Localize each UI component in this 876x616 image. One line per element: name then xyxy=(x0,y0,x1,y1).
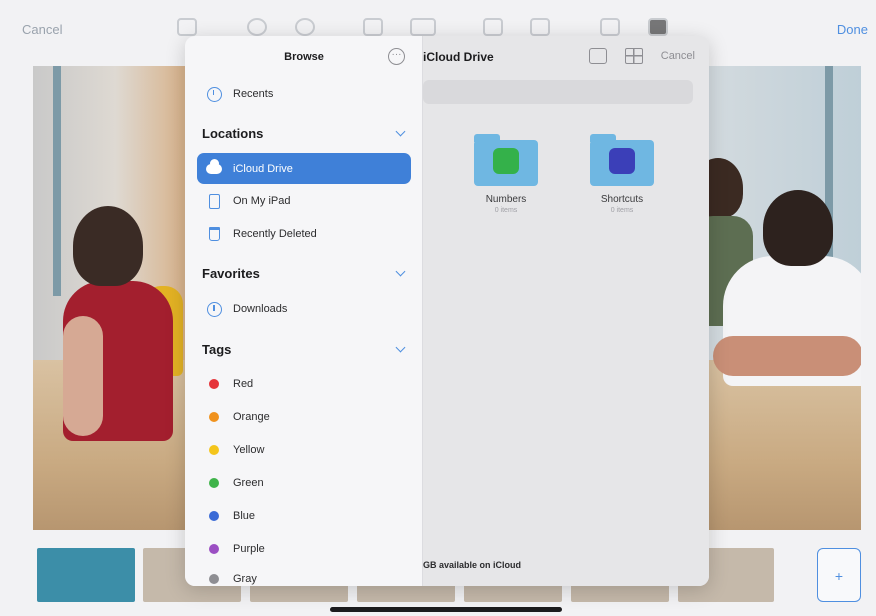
sidebar-item-icloud-drive[interactable]: iCloud Drive xyxy=(197,153,411,184)
detail-cancel-button[interactable]: Cancel xyxy=(661,50,695,62)
clock-icon xyxy=(205,85,223,103)
tag-label: Green xyxy=(233,477,264,489)
folder-icon[interactable] xyxy=(363,18,383,36)
tag-item-red[interactable]: Red xyxy=(197,369,411,399)
sidebar-item-recently-deleted[interactable]: Recently Deleted xyxy=(197,219,411,249)
folders-icon[interactable] xyxy=(410,18,436,36)
sidebar-item-label: Recently Deleted xyxy=(233,228,317,240)
section-header: Locations xyxy=(202,126,264,141)
tag-label: Yellow xyxy=(233,444,265,456)
tag-item-gray[interactable]: Gray xyxy=(197,564,411,586)
tag-item-green[interactable]: Green xyxy=(197,468,411,498)
window-frame xyxy=(53,66,61,296)
section-favorites[interactable]: Favorites xyxy=(202,266,408,281)
tag-item-orange[interactable]: Orange xyxy=(197,402,411,432)
color-icon[interactable] xyxy=(648,18,668,36)
download-circle-icon xyxy=(205,300,223,318)
grid-view-icon[interactable] xyxy=(624,48,643,64)
tag-label: Red xyxy=(233,378,254,390)
section-locations[interactable]: Locations xyxy=(202,126,408,141)
files-browser: iCloud Drive Cancel Numbers 0 items Shor… xyxy=(185,36,709,586)
tag-label: Purple xyxy=(233,543,265,555)
text-icon[interactable] xyxy=(600,18,620,36)
editor-done-button[interactable]: Done xyxy=(837,22,868,37)
folder-name: Numbers xyxy=(485,194,527,205)
add-slide-button[interactable]: + xyxy=(817,548,861,602)
tag-item-purple[interactable]: Purple xyxy=(197,534,411,564)
purple-tag-dot xyxy=(209,544,219,554)
tag-label: Gray xyxy=(233,573,257,585)
folder-icon xyxy=(590,134,654,186)
yellow-tag-dot xyxy=(209,445,219,455)
orange-tag-dot xyxy=(209,412,219,422)
ellipsis-circle-icon[interactable]: ··· xyxy=(388,48,405,65)
gray-tag-dot xyxy=(209,574,219,584)
sidebar-item-label: Downloads xyxy=(233,303,288,315)
sidebar-item-label: iCloud Drive xyxy=(233,162,293,175)
sidebar-item-recents[interactable]: Recents xyxy=(197,79,411,109)
slide-tool-icon[interactable] xyxy=(177,18,197,36)
slide-thumbnail[interactable] xyxy=(37,548,135,602)
green-tag-dot xyxy=(209,478,219,488)
blue-tag-dot xyxy=(209,511,219,521)
section-header: Tags xyxy=(202,342,232,357)
sidebar-item-label: Recents xyxy=(233,88,274,100)
red-tag-dot xyxy=(209,379,219,389)
section-header: Favorites xyxy=(202,266,260,281)
shapes-icon[interactable] xyxy=(483,18,503,36)
numbers-app-icon xyxy=(493,148,519,174)
person-arm xyxy=(63,316,103,436)
detail-actions: Cancel xyxy=(588,48,695,64)
tag-label: Blue xyxy=(233,510,256,522)
detail-title: iCloud Drive xyxy=(423,50,494,64)
ipad-icon xyxy=(205,192,223,210)
folder-numbers[interactable]: Numbers 0 items xyxy=(465,134,547,214)
folder-icon xyxy=(474,134,538,186)
person-head xyxy=(763,190,833,266)
sidebar-item-on-my-ipad[interactable]: On My iPad xyxy=(197,186,411,216)
sidebar-item-label: On My iPad xyxy=(233,195,291,207)
cloud-icon xyxy=(205,158,223,178)
chevron-down-icon[interactable] xyxy=(395,266,406,277)
section-tags[interactable]: Tags xyxy=(202,342,408,357)
sidebar-item-downloads[interactable]: Downloads xyxy=(197,294,411,324)
new-folder-icon[interactable] xyxy=(588,48,607,64)
shortcuts-app-icon xyxy=(609,148,635,174)
detail-pane: iCloud Drive Cancel Numbers 0 items Shor… xyxy=(423,36,709,586)
undo-icon[interactable] xyxy=(247,18,267,36)
home-indicator[interactable] xyxy=(330,607,562,612)
add-icon[interactable] xyxy=(295,18,315,36)
media-icon[interactable] xyxy=(530,18,550,36)
trash-icon xyxy=(205,225,223,243)
person-arm xyxy=(713,336,861,376)
folder-item-count: 0 items xyxy=(610,207,634,214)
tag-item-yellow[interactable]: Yellow xyxy=(197,435,411,465)
folder-name: Shortcuts xyxy=(600,194,644,205)
tag-item-blue[interactable]: Blue xyxy=(197,501,411,531)
storage-note: GB available on iCloud xyxy=(423,560,522,570)
person-head xyxy=(73,206,143,286)
chevron-down-icon[interactable] xyxy=(395,126,406,137)
folder-shortcuts[interactable]: Shortcuts 0 items xyxy=(581,134,663,214)
editor-cancel-button[interactable]: Cancel xyxy=(22,22,62,37)
search-field[interactable] xyxy=(423,80,693,104)
tag-label: Orange xyxy=(233,411,270,423)
browse-sidebar: Browse ··· Recents Locations iCloud Driv… xyxy=(185,36,423,586)
chevron-down-icon[interactable] xyxy=(395,342,406,353)
folder-item-count: 0 items xyxy=(494,207,518,214)
